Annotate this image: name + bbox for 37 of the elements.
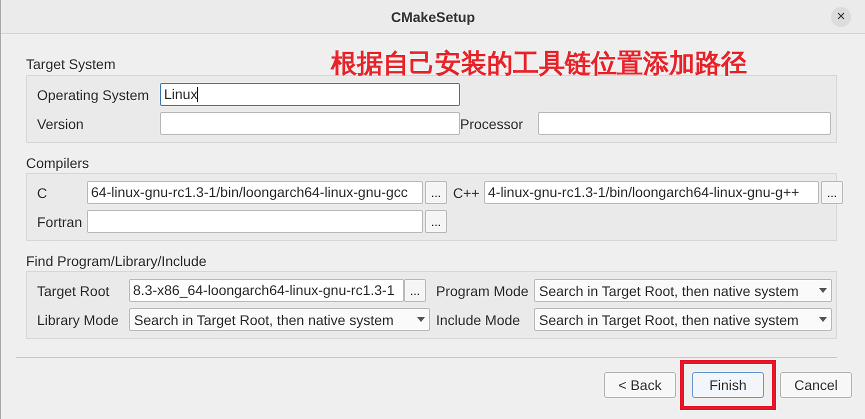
path-field[interactable]: 8.3-x86_64-loongarch64-linux-gnu-rc1.3-1 (129, 279, 404, 302)
group-title: Find Program/Library/Include (26, 252, 207, 271)
field-label: Fortran (37, 214, 84, 230)
browse-button[interactable]: ... (821, 181, 843, 204)
field-label: Include Mode (435, 312, 522, 328)
text-field[interactable]: Linux (160, 83, 460, 106)
group-title: Target System (26, 55, 116, 74)
group-title: Compilers (26, 154, 90, 173)
field-label: Version (37, 116, 85, 132)
browse-button[interactable]: ... (404, 279, 426, 302)
dropdown[interactable]: Search in Target Root, then native system (534, 279, 832, 302)
text-field[interactable] (538, 112, 831, 135)
field-label: C (37, 184, 48, 200)
dropdown-arrow-icon (819, 317, 827, 322)
window-title: CMakeSetup (390, 8, 476, 24)
dialog-button[interactable]: < Back (604, 372, 676, 398)
dialog-button[interactable]: Cancel (780, 372, 852, 398)
text-field[interactable] (160, 112, 460, 135)
dropdown[interactable]: Search in Target Root, then native system (129, 308, 430, 331)
field-label: Operating System (37, 86, 150, 102)
browse-button[interactable]: ... (425, 210, 447, 233)
field-label: Library Mode (37, 312, 120, 328)
browse-button[interactable]: ... (425, 181, 447, 204)
dialog-button[interactable]: Finish (692, 372, 764, 398)
path-field[interactable]: 64-linux-gnu-rc1.3-1/bin/loongarch64-linux-gnu-gcc (87, 181, 423, 204)
dropdown-arrow-icon (819, 288, 827, 293)
field-label: Target Root (37, 282, 110, 298)
field-label: Program Mode (435, 282, 530, 298)
text-cursor (197, 87, 198, 102)
path-field[interactable]: 4-linux-gnu-rc1.3-1/bin/loongarch64-linux-gnu-g++ (484, 181, 819, 204)
dropdown[interactable]: Search in Target Root, then native system (534, 308, 832, 331)
field-label: Processor (460, 116, 524, 132)
close-button[interactable]: × (831, 7, 851, 27)
annotation-text: 根据自己安装的工具链位置添加路径 (331, 48, 747, 81)
dropdown-arrow-icon (417, 317, 425, 322)
field-label: C++ (452, 184, 480, 200)
path-field[interactable] (87, 210, 423, 233)
